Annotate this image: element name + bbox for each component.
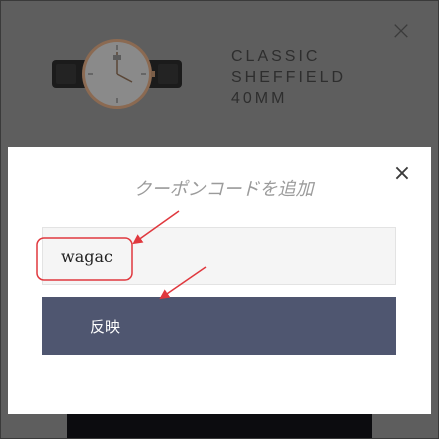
watch-image (52, 39, 182, 109)
close-icon[interactable]: × (391, 163, 413, 185)
product-name: CLASSIC SHEFFIELD 40MM (231, 48, 347, 107)
background-bottom-bar (67, 414, 372, 439)
coupon-code-input[interactable] (42, 227, 396, 285)
coupon-modal: クーポンコードを追加 × 反映 (8, 147, 431, 414)
modal-title: クーポンコードを追加 (133, 179, 314, 200)
background-close-icon[interactable]: × (388, 18, 414, 44)
apply-button[interactable]: 反映 (42, 297, 396, 355)
